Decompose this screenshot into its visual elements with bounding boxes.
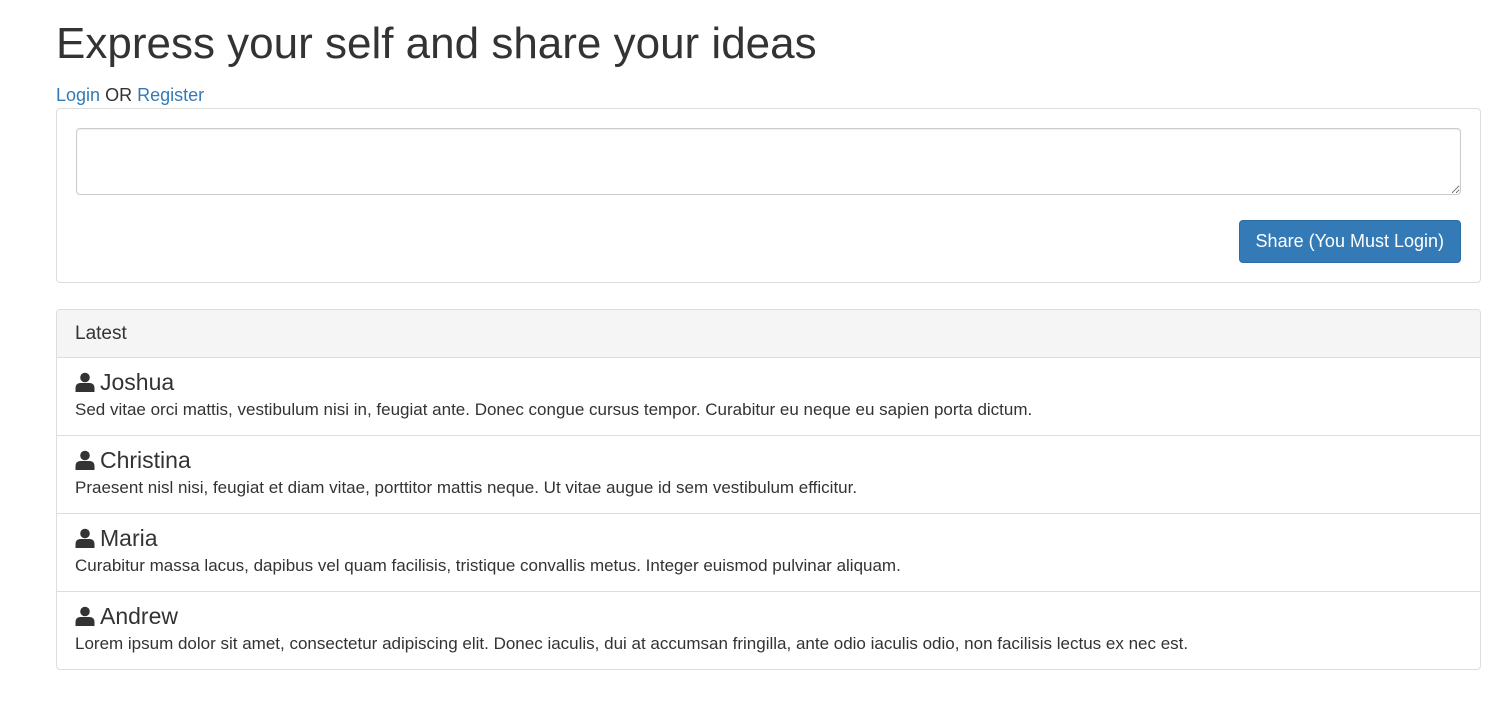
register-link[interactable]: Register: [137, 85, 204, 105]
post-text: Curabitur massa lacus, dapibus vel quam …: [75, 556, 901, 575]
post-author-name: Joshua: [100, 369, 175, 395]
page-title: Express your self and share your ideas: [56, 19, 817, 68]
post-author: Christina: [75, 447, 1480, 473]
auth-links: Login OR Register: [56, 84, 1481, 106]
post-item: Andrew Lorem ipsum dolor sit amet, conse…: [57, 592, 1480, 669]
page-container: Express your self and share your ideas L…: [56, 0, 1481, 670]
post-author-name: Maria: [100, 525, 158, 551]
post-text: Praesent nisl nisi, feugiat et diam vita…: [75, 478, 858, 497]
login-link[interactable]: Login: [56, 85, 100, 105]
user-icon: [75, 605, 95, 626]
user-icon: [75, 527, 95, 548]
user-icon: [75, 371, 95, 392]
user-icon: [75, 449, 95, 470]
post-item: Maria Curabitur massa lacus, dapibus vel…: [57, 514, 1480, 592]
latest-panel: Latest Joshua Sed vitae orci mattis, ves…: [56, 309, 1481, 670]
post-text: Sed vitae orci mattis, vestibulum nisi i…: [75, 400, 1033, 419]
post-item: Christina Praesent nisl nisi, feugiat et…: [57, 436, 1480, 514]
post-author: Maria: [75, 525, 1480, 551]
post-author: Andrew: [75, 603, 1480, 629]
post-item: Joshua Sed vitae orci mattis, vestibulum…: [57, 358, 1480, 436]
share-panel: Share (You Must Login): [56, 108, 1481, 283]
idea-textarea[interactable]: [76, 128, 1461, 195]
post-text: Lorem ipsum dolor sit amet, consectetur …: [75, 634, 1189, 653]
or-separator: OR: [105, 85, 133, 105]
post-author-name: Christina: [100, 447, 191, 473]
latest-heading: Latest: [57, 310, 1480, 358]
post-author: Joshua: [75, 369, 1480, 395]
share-button[interactable]: Share (You Must Login): [1238, 220, 1461, 263]
post-author-name: Andrew: [100, 603, 178, 629]
